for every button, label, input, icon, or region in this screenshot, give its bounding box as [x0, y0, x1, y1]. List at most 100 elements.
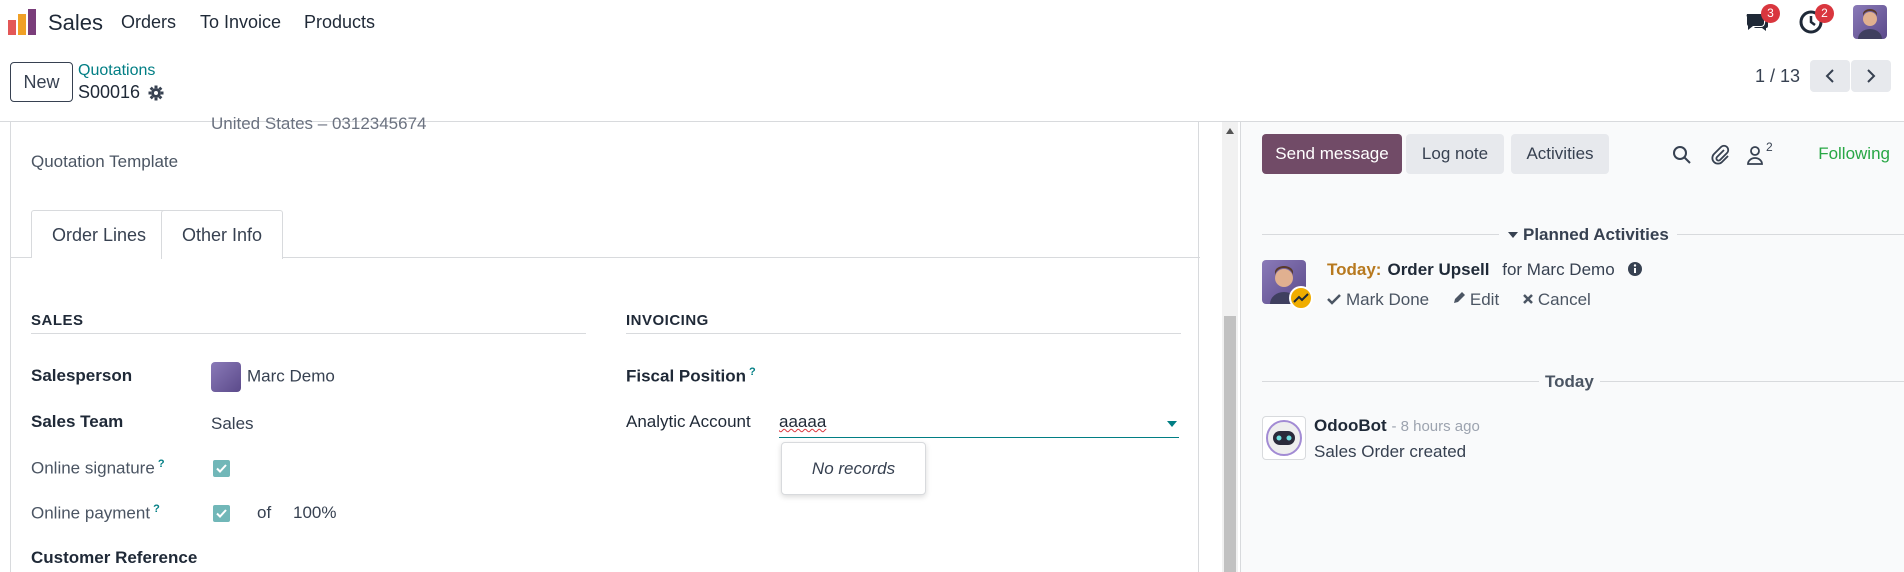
online-payment-label: Online payment? [31, 503, 160, 524]
help-icon[interactable]: ? [158, 458, 165, 470]
online-signature-label: Online signature? [31, 458, 165, 479]
salesperson-avatar [211, 362, 241, 392]
sales-section-title: SALES [31, 312, 84, 329]
sales-team-field[interactable]: Sales [211, 414, 254, 434]
no-records-text: No records [811, 459, 896, 478]
control-panel: New Quotations S00016 1 / 13 [0, 44, 1904, 122]
odoobot-avatar [1262, 416, 1306, 460]
invoicing-section-divider [626, 333, 1181, 334]
message-author[interactable]: OdooBot [1314, 416, 1387, 435]
quotation-template-label: Quotation Template [31, 152, 179, 171]
help-icon[interactable]: ? [749, 366, 756, 378]
message-header: OdooBot - 8 hours ago [1314, 416, 1480, 436]
pager-value[interactable]: 1 / 13 [1755, 66, 1800, 87]
sales-team-label: Sales Team [31, 412, 124, 431]
info-icon[interactable] [1627, 261, 1643, 277]
app-logo-icon[interactable] [7, 8, 39, 36]
menu-to-invoice[interactable]: To Invoice [200, 12, 281, 33]
breadcrumb-current: S00016 [78, 82, 164, 103]
sales-section-divider [31, 333, 586, 334]
chevron-left-icon [1825, 69, 1834, 83]
activity-title: Order Upsell [1387, 260, 1490, 279]
search-icon[interactable] [1671, 144, 1693, 166]
followers-count: 2 [1766, 140, 1773, 154]
pager-previous-button[interactable] [1810, 60, 1850, 92]
scroll-up-arrow-icon[interactable] [1226, 128, 1234, 134]
online-payment-text: Online payment [31, 503, 151, 523]
activity-due-label: Today: [1327, 260, 1382, 279]
edit-label: Edit [1469, 290, 1500, 309]
messages-badge: 3 [1761, 4, 1780, 23]
message-time: - 8 hours ago [1391, 418, 1480, 435]
salesperson-label: Salesperson [31, 366, 133, 385]
activity-actions: Mark Done Edit Cancel [1327, 290, 1609, 310]
user-icon [1747, 146, 1763, 165]
check-icon [1327, 294, 1341, 305]
robot-icon [1266, 420, 1302, 456]
following-button[interactable]: Following [1818, 144, 1890, 164]
prepayment-percent-field[interactable]: 100% [293, 503, 336, 523]
mark-done-link[interactable]: Mark Done [1327, 290, 1429, 309]
pager-next-button[interactable] [1851, 60, 1891, 92]
tab-order-lines[interactable]: Order Lines [31, 210, 168, 258]
app-name[interactable]: Sales [48, 10, 103, 36]
salesperson-value: Marc Demo [247, 366, 335, 386]
mark-done-label: Mark Done [1346, 290, 1430, 309]
analytic-account-label: Analytic Account [626, 412, 751, 431]
edit-activity-link[interactable]: Edit [1452, 290, 1499, 309]
top-navbar: Sales Orders To Invoice Products 3 2 [0, 0, 1904, 44]
activity-assignee: for Marc Demo [1502, 260, 1615, 279]
activity-type-badge [1289, 286, 1313, 310]
activities-button[interactable]: 2 [1798, 4, 1834, 35]
cancel-label: Cancel [1537, 290, 1591, 309]
analytic-account-input[interactable]: aaaaa [779, 412, 1179, 438]
activity-summary: Today: Order Upsell for Marc Demo [1327, 260, 1643, 280]
fiscal-position-text: Fiscal Position [626, 366, 746, 386]
fiscal-position-label: Fiscal Position? [626, 366, 756, 387]
online-signature-checkbox[interactable] [213, 460, 230, 477]
planned-activities-toggle[interactable]: Planned Activities [1499, 225, 1677, 245]
customer-reference-label: Customer Reference [31, 548, 198, 567]
menu-orders[interactable]: Orders [121, 12, 176, 33]
check-icon [216, 464, 227, 473]
scrollbar-thumb[interactable] [1224, 316, 1236, 572]
tab-other-info[interactable]: Other Info [161, 210, 284, 259]
messages-button[interactable]: 3 [1744, 4, 1780, 35]
planned-activities-title: Planned Activities [1523, 225, 1669, 244]
breadcrumb-quotations[interactable]: Quotations [78, 62, 155, 80]
followers-button[interactable]: 2 [1746, 140, 1780, 166]
date-separator: Today [1539, 372, 1600, 392]
record-name: S00016 [78, 82, 141, 102]
user-avatar[interactable] [1853, 5, 1887, 39]
help-icon[interactable]: ? [153, 503, 160, 515]
new-button[interactable]: New [10, 62, 73, 102]
check-icon [216, 509, 227, 518]
online-payment-checkbox[interactable] [213, 505, 230, 522]
send-message-button[interactable]: Send message [1262, 134, 1402, 174]
chevron-right-icon [1867, 69, 1876, 83]
invoicing-section-title: INVOICING [626, 312, 709, 329]
paperclip-icon[interactable] [1709, 144, 1731, 166]
trending-up-icon [1293, 293, 1309, 303]
dropdown-caret-icon[interactable] [1167, 421, 1177, 427]
online-signature-text: Online signature [31, 458, 155, 478]
menu-products[interactable]: Products [304, 12, 375, 33]
payment-of-text: of [257, 503, 272, 522]
close-icon [1523, 294, 1533, 304]
user-face-icon [1858, 9, 1882, 39]
log-note-button[interactable]: Log note [1406, 134, 1504, 174]
form-sheet: United States – 0312345674 Quotation Tem… [10, 114, 1200, 572]
cancel-activity-link[interactable]: Cancel [1522, 290, 1591, 309]
pencil-icon [1453, 292, 1465, 303]
activities-badge: 2 [1815, 4, 1834, 23]
message-body: Sales Order created [1314, 442, 1467, 461]
chatter-panel: Send message Log note Activities 2 Follo… [1240, 122, 1904, 572]
caret-down-icon [1508, 232, 1518, 238]
partner-address-text: United States – 0312345674 [211, 114, 427, 133]
activities-button[interactable]: Activities [1511, 134, 1609, 174]
salesperson-field[interactable]: Marc Demo [211, 362, 335, 392]
notebook-tabs: Order Lines Other Info [11, 210, 1200, 259]
gear-icon[interactable] [148, 85, 164, 101]
analytic-account-value: aaaaa [779, 412, 827, 431]
autocomplete-dropdown: No records [781, 442, 926, 495]
